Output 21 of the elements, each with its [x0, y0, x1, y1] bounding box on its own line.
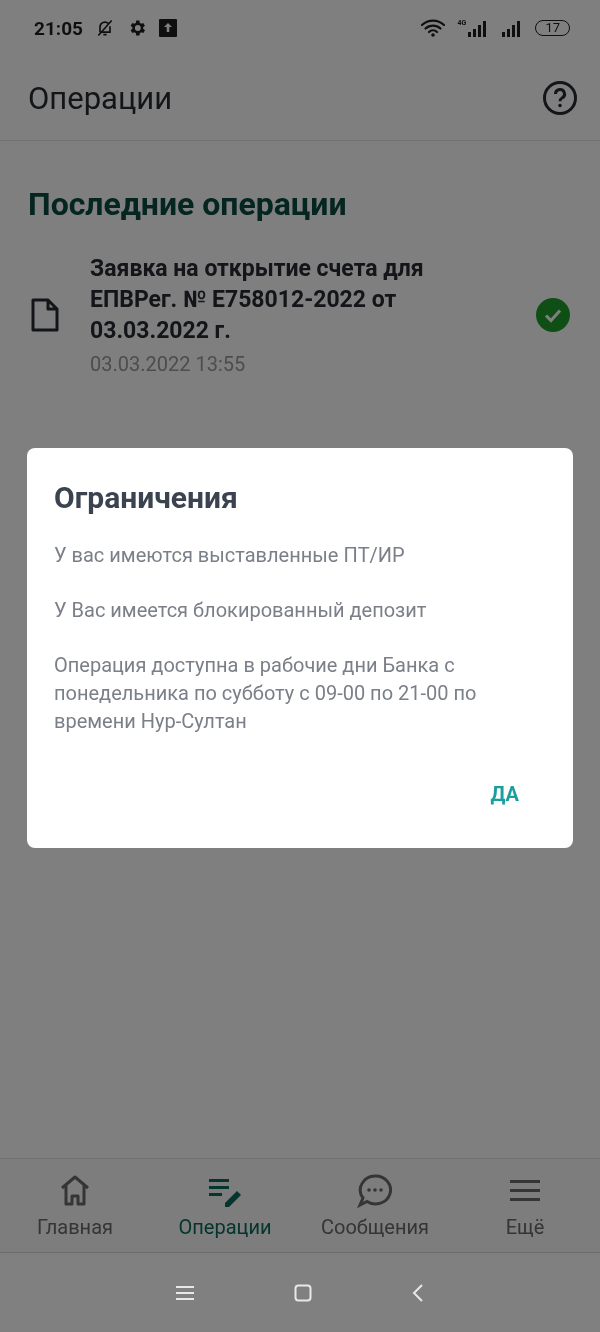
nav-tab[interactable]: Сообщения: [300, 1159, 450, 1252]
chat-bubble-icon: [357, 1172, 393, 1209]
operation-title[interactable]: Заявка на открытие счета для ЕПВРег. № E758012-2022 от 03.03.2022 г.: [90, 253, 506, 346]
section-title: Последние операции: [28, 185, 348, 223]
document-icon: [30, 297, 60, 332]
nav-tab[interactable]: Операции: [150, 1159, 300, 1252]
dialog-title: Ограничения: [54, 480, 239, 515]
dialog-message: Операция доступна в рабочие дни Банка с понедельника по субботу с 09-00 по 21-00 по времени Нур-Султан: [54, 652, 478, 735]
dialog-message: У вас имеются выставленные ПТ/ИР: [54, 542, 406, 569]
dialog-message: У Вас имеется блокированный депозит: [54, 597, 428, 624]
nav-tab[interactable]: Главная: [0, 1159, 150, 1252]
ok-button[interactable]: ДА: [478, 772, 547, 816]
recent-apps-icon[interactable]: [176, 1285, 194, 1300]
status-time: 21:05: [34, 16, 83, 40]
wifi-icon: [419, 18, 446, 38]
nav-tab[interactable]: Ещё: [450, 1159, 600, 1252]
help-icon[interactable]: [542, 80, 578, 116]
back-icon[interactable]: [412, 1283, 424, 1302]
page-title: Операции: [28, 79, 173, 117]
home-button-icon[interactable]: [294, 1283, 312, 1302]
upload-icon: [158, 19, 177, 37]
